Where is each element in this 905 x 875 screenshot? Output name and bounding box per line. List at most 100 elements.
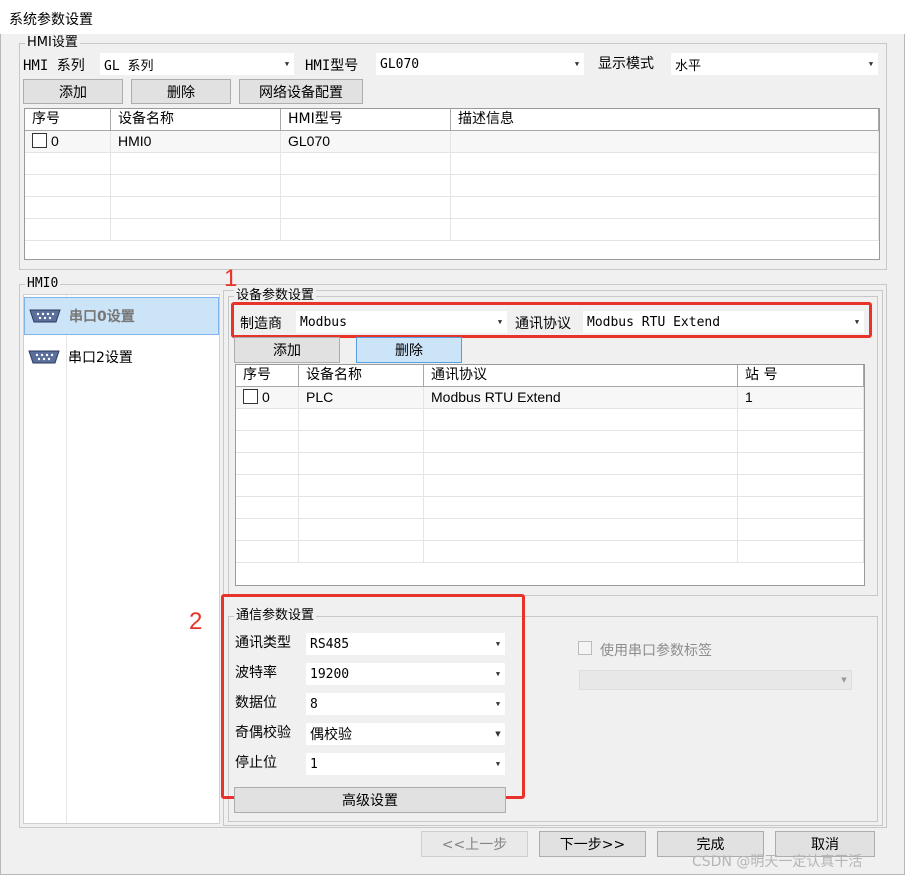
column-header[interactable]: 描述信息 <box>451 109 879 130</box>
hmi-settings-legend: HMI设置 <box>25 35 80 50</box>
hmi-grid-header: 序号 设备名称 HMI型号 描述信息 <box>25 109 879 131</box>
dropdown-arrow-icon: ▼ <box>495 700 501 708</box>
row-index: 0 <box>51 133 59 149</box>
hmi0-legend: HMI0 <box>25 276 61 291</box>
hmi-series-select[interactable]: GL 系列 ▼ <box>100 53 294 75</box>
display-mode-label: 显示模式 <box>598 56 654 72</box>
row-index: 0 <box>262 389 270 405</box>
column-header[interactable]: 站 号 <box>738 365 864 386</box>
data-bits-select[interactable]: 8 ▼ <box>306 693 505 715</box>
dropdown-arrow-icon: ▼ <box>284 60 290 68</box>
next-button[interactable]: 下一步>> <box>539 831 646 857</box>
use-port-tag-checkbox[interactable] <box>578 641 592 655</box>
hmi-model-value: GL070 <box>380 56 420 72</box>
row-station-cell: 1 <box>738 387 864 408</box>
hmi-model-label: HMI型号 <box>305 58 359 74</box>
annotation-two: 2 <box>189 608 203 635</box>
device-delete-button[interactable]: 删除 <box>356 337 462 363</box>
data-bits-label: 数据位 <box>235 695 277 711</box>
use-port-tag-label: 使用串口参数标签 <box>600 643 712 659</box>
table-row[interactable]: 0 HMI0 GL070 <box>25 131 879 153</box>
dropdown-arrow-icon: ▼ <box>497 318 503 326</box>
column-header[interactable]: 设备名称 <box>111 109 281 130</box>
dropdown-arrow-icon: ▼ <box>495 670 501 678</box>
hmi-list-grid: 序号 设备名称 HMI型号 描述信息 0 HMI0 GL070 <box>24 108 880 260</box>
row-desc-cell <box>451 131 879 152</box>
hmi-series-label: HMI 系列 <box>23 58 85 74</box>
dropdown-arrow-icon: ▼ <box>854 318 860 326</box>
display-mode-value: 水平 <box>675 58 702 74</box>
empty-row <box>236 431 864 453</box>
parity-label: 奇偶校验 <box>235 725 291 741</box>
maker-label: 制造商 <box>240 316 282 332</box>
maker-select[interactable]: Modbus ▼ <box>296 311 507 333</box>
empty-row <box>25 197 879 219</box>
port-item-2[interactable]: 串口2设置 <box>24 338 219 376</box>
port-tree: 串口0设置 串口2设置 <box>23 294 220 824</box>
window-title: 系统参数设置 <box>9 12 93 28</box>
row-name-cell: HMI0 <box>111 131 281 152</box>
comm-type-label: 通讯类型 <box>235 635 291 651</box>
device-grid-header: 序号 设备名称 通讯协议 站 号 <box>236 365 864 387</box>
advanced-settings-button[interactable]: 高级设置 <box>234 787 506 813</box>
row-protocol-cell: Modbus RTU Extend <box>424 387 738 408</box>
baud-rate-select[interactable]: 19200 ▼ <box>306 663 505 685</box>
network-config-button[interactable]: 网络设备配置 <box>239 79 363 104</box>
row-index-cell: 0 <box>236 387 299 408</box>
device-params-legend: 设备参数设置 <box>234 288 317 303</box>
row-checkbox[interactable] <box>32 133 47 148</box>
baud-rate-label: 波特率 <box>235 665 277 681</box>
empty-row <box>25 219 879 241</box>
port-item-0[interactable]: 串口0设置 <box>24 297 219 335</box>
parity-select[interactable]: 偶校验 ▼ <box>306 723 505 745</box>
watermark: CSDN @明天一定认真干活 <box>692 854 863 870</box>
stop-bits-label: 停止位 <box>235 755 277 771</box>
protocol-value: Modbus RTU Extend <box>587 314 721 330</box>
hmi-delete-button[interactable]: 删除 <box>131 79 231 104</box>
hmi-add-button[interactable]: 添加 <box>23 79 123 104</box>
empty-row <box>25 153 879 175</box>
table-row[interactable]: 0 PLC Modbus RTU Extend 1 <box>236 387 864 409</box>
data-bits-value: 8 <box>310 696 318 712</box>
baud-rate-value: 19200 <box>310 666 350 682</box>
parity-value: 偶校验 <box>310 727 352 743</box>
hmi-model-select[interactable]: GL070 ▼ <box>376 53 584 75</box>
row-checkbox[interactable] <box>243 389 258 404</box>
column-header[interactable]: 设备名称 <box>299 365 424 386</box>
empty-row <box>236 519 864 541</box>
empty-row <box>236 475 864 497</box>
empty-row <box>25 175 879 197</box>
serial-port-icon <box>29 309 61 323</box>
stop-bits-value: 1 <box>310 756 318 772</box>
comm-type-select[interactable]: RS485 ▼ <box>306 633 505 655</box>
device-list-grid: 序号 设备名称 通讯协议 站 号 0 PLC Modbus RTU Extend… <box>235 364 865 586</box>
maker-value: Modbus <box>300 314 347 330</box>
serial-port-icon <box>28 350 60 364</box>
protocol-label: 通讯协议 <box>515 316 571 332</box>
hmi-series-value: GL 系列 <box>104 58 154 74</box>
previous-button[interactable]: <<上一步 <box>421 831 528 857</box>
row-name-cell: PLC <box>299 387 424 408</box>
column-header[interactable]: 序号 <box>236 365 299 386</box>
device-add-button[interactable]: 添加 <box>234 337 340 363</box>
dropdown-arrow-icon: ▼ <box>495 640 501 648</box>
column-header[interactable]: HMI型号 <box>281 109 451 130</box>
column-header[interactable]: 通讯协议 <box>424 365 738 386</box>
dropdown-arrow-icon: ▼ <box>868 60 874 68</box>
display-mode-select[interactable]: 水平 ▼ <box>671 53 878 75</box>
port-item-label: 串口0设置 <box>69 309 135 325</box>
dropdown-arrow-icon: ▼ <box>495 730 501 738</box>
annotation-one: 1 <box>224 265 238 292</box>
protocol-select[interactable]: Modbus RTU Extend ▼ <box>583 311 864 333</box>
comm-type-value: RS485 <box>310 636 350 652</box>
empty-row <box>236 541 864 563</box>
port-item-label: 串口2设置 <box>68 350 133 366</box>
dropdown-arrow-icon: ▼ <box>841 676 847 684</box>
dropdown-arrow-icon: ▼ <box>574 60 580 68</box>
column-header[interactable]: 序号 <box>25 109 111 130</box>
empty-row <box>236 497 864 519</box>
port-tag-select[interactable]: ▼ <box>579 670 852 690</box>
empty-row <box>236 453 864 475</box>
row-index-cell: 0 <box>25 131 111 152</box>
stop-bits-select[interactable]: 1 ▼ <box>306 753 505 775</box>
